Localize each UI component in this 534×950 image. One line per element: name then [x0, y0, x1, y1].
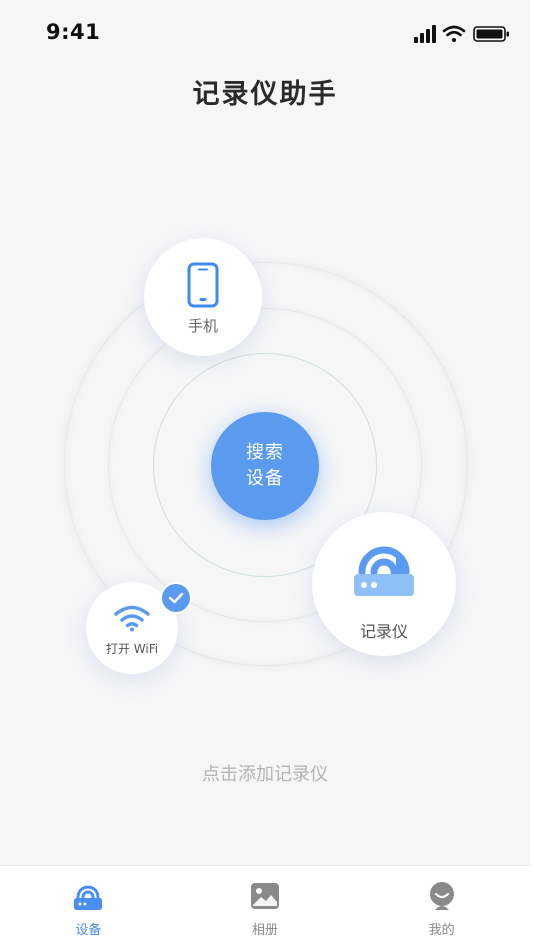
tab-devices-label: 设备 [75, 923, 102, 938]
tab-album[interactable]: 相册 [177, 866, 354, 950]
app-screen: 9:41 记录仪助手 搜索 设备 手机 记录仪 打开 WiFi 点击添加记录仪 … [0, 0, 530, 950]
search-device-button[interactable]: 搜索 设备 [211, 412, 319, 520]
page-title: 记录仪助手 [192, 79, 338, 110]
phone-node-label: 手机 [187, 317, 218, 335]
recorder-node[interactable]: 记录仪 [312, 512, 456, 656]
wifi-check-badge [160, 582, 192, 614]
status-icons [414, 25, 509, 43]
device-icon [74, 885, 103, 910]
recorder-node-label: 记录仪 [359, 622, 408, 641]
router-icon [354, 546, 414, 596]
add-recorder-hint[interactable]: 点击添加记录仪 [0, 760, 530, 786]
phone-node[interactable]: 手机 [144, 238, 262, 356]
tab-bar: 设备 相册 我的 [0, 865, 530, 950]
tab-album-label: 相册 [252, 923, 279, 938]
search-device-label: 搜索 设备 [246, 442, 284, 489]
wifi-icon [114, 605, 150, 632]
wifi-node-label: 打开 WiFi [105, 642, 159, 656]
tab-profile-label: 我的 [428, 923, 455, 938]
battery-icon [473, 26, 509, 42]
tab-devices[interactable]: 设备 [0, 866, 177, 950]
smartphone-icon [187, 262, 219, 308]
wifi-status-icon [442, 25, 466, 42]
status-time: 9:41 [46, 20, 101, 44]
checkmark-icon [168, 592, 184, 604]
status-bar: 9:41 [0, 0, 530, 64]
signal-icon [414, 25, 436, 43]
album-icon [251, 883, 279, 909]
profile-icon [429, 882, 454, 910]
tab-profile[interactable]: 我的 [353, 866, 530, 950]
